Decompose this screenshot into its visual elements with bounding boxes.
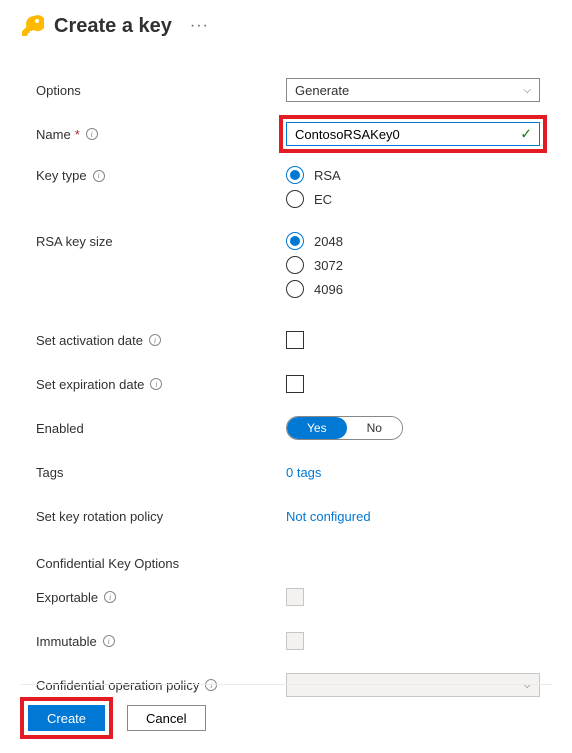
options-label: Options [36, 83, 81, 98]
name-row: Name * i ✓ [36, 122, 540, 146]
rotation-label: Set key rotation policy [36, 509, 163, 524]
tags-label: Tags [36, 465, 63, 480]
name-input[interactable] [286, 122, 540, 146]
rotation-link[interactable]: Not configured [286, 509, 371, 524]
keysize-option-2048[interactable]: 2048 [286, 232, 540, 250]
options-value: Generate [295, 83, 349, 98]
keytype-option-rsa[interactable]: RSA [286, 166, 540, 184]
required-indicator: * [75, 127, 80, 142]
info-icon[interactable]: i [149, 334, 161, 346]
radio-icon [286, 256, 304, 274]
info-icon[interactable]: i [103, 635, 115, 647]
keysize-label: RSA key size [36, 234, 113, 249]
immutable-checkbox[interactable] [286, 632, 304, 650]
confidential-heading: Confidential Key Options [36, 556, 540, 571]
expiration-checkbox[interactable] [286, 375, 304, 393]
activation-checkbox[interactable] [286, 331, 304, 349]
radio-icon [286, 280, 304, 298]
options-select[interactable]: Generate ⌵ [286, 78, 540, 102]
rotation-row: Set key rotation policy Not configured [36, 504, 540, 528]
create-button[interactable]: Create [28, 705, 105, 731]
keytype-label: Key type [36, 168, 87, 183]
radio-label: RSA [314, 168, 341, 183]
keysize-row: RSA key size 2048 3072 4096 [36, 232, 540, 298]
activation-row: Set activation date i [36, 328, 540, 352]
key-icon [20, 14, 44, 38]
keysize-option-3072[interactable]: 3072 [286, 256, 540, 274]
check-icon: ✓ [520, 126, 532, 143]
enabled-label: Enabled [36, 421, 84, 436]
page-title: Create a key [54, 15, 172, 38]
radio-label: 4096 [314, 282, 343, 297]
create-highlight: Create [20, 697, 113, 739]
page-header: Create a key ··· [20, 14, 552, 38]
activation-label: Set activation date [36, 333, 143, 348]
expiration-row: Set expiration date i [36, 372, 540, 396]
keytype-option-ec[interactable]: EC [286, 190, 540, 208]
info-icon[interactable]: i [104, 591, 116, 603]
enabled-toggle[interactable]: Yes No [286, 416, 403, 440]
tags-row: Tags 0 tags [36, 460, 540, 484]
more-icon[interactable]: ··· [190, 17, 209, 35]
chevron-down-icon: ⌵ [523, 85, 531, 96]
form: Options Generate ⌵ Name * i ✓ Key type [20, 78, 552, 697]
expiration-label: Set expiration date [36, 377, 144, 392]
footer: Create Cancel [20, 684, 552, 739]
immutable-label: Immutable [36, 634, 97, 649]
options-row: Options Generate ⌵ [36, 78, 540, 102]
keytype-row: Key type i RSA EC [36, 166, 540, 208]
toggle-yes[interactable]: Yes [287, 417, 347, 439]
enabled-row: Enabled Yes No [36, 416, 540, 440]
name-label: Name [36, 127, 71, 142]
radio-icon [286, 232, 304, 250]
radio-label: EC [314, 192, 332, 207]
exportable-row: Exportable i [36, 585, 540, 609]
radio-label: 2048 [314, 234, 343, 249]
immutable-row: Immutable i [36, 629, 540, 653]
exportable-label: Exportable [36, 590, 98, 605]
toggle-no[interactable]: No [347, 417, 402, 439]
keysize-option-4096[interactable]: 4096 [286, 280, 540, 298]
name-highlight: ✓ [279, 115, 547, 153]
info-icon[interactable]: i [150, 378, 162, 390]
exportable-checkbox[interactable] [286, 588, 304, 606]
cancel-button[interactable]: Cancel [127, 705, 205, 731]
radio-label: 3072 [314, 258, 343, 273]
tags-link[interactable]: 0 tags [286, 465, 321, 480]
info-icon[interactable]: i [93, 170, 105, 182]
radio-icon [286, 166, 304, 184]
info-icon[interactable]: i [86, 128, 98, 140]
radio-icon [286, 190, 304, 208]
